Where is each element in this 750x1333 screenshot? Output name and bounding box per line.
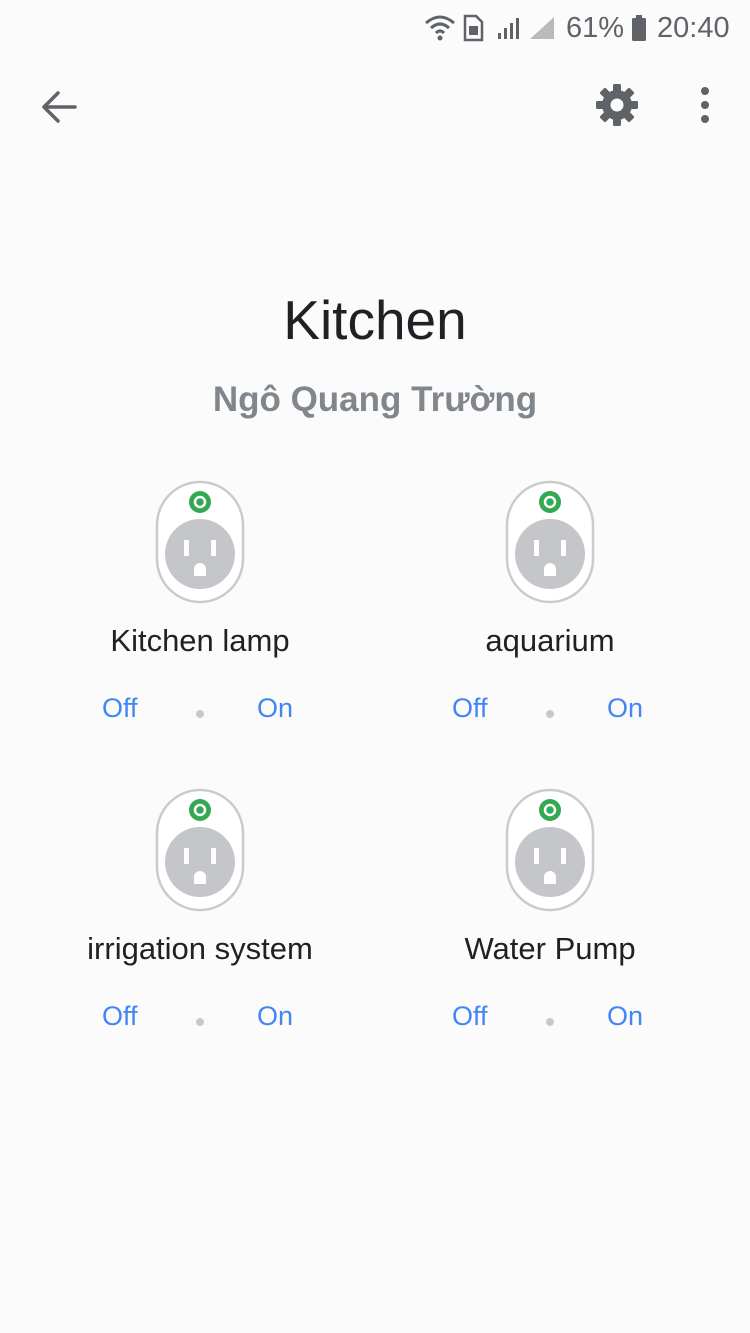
smart-plug-icon[interactable] [505,480,595,604]
device-card: aquarium Off On [375,480,750,780]
gear-icon [595,83,639,132]
on-button[interactable]: On [607,693,643,724]
off-button[interactable]: Off [102,693,138,724]
signal-icon [528,0,556,56]
status-bar: 61% 20:40 [0,0,750,56]
back-arrow-icon [39,89,79,130]
back-button[interactable] [30,84,88,134]
more-options-button[interactable] [690,82,720,132]
device-name: aquarium [485,623,615,658]
smart-plug-icon[interactable] [155,480,245,604]
smart-plug-icon[interactable] [505,788,595,912]
battery-percent: 61% [566,11,625,44]
settings-button[interactable] [592,82,642,132]
device-card: irrigation system Off On [25,788,400,1088]
sim-icon [461,0,485,56]
on-button[interactable]: On [607,1001,643,1032]
signal-icon [496,0,522,56]
wifi-icon [424,0,456,56]
separator-dot [546,1018,554,1026]
on-button[interactable]: On [257,1001,293,1032]
app-bar [0,56,750,160]
off-button[interactable]: Off [102,1001,138,1032]
separator-dot [546,710,554,718]
off-button[interactable]: Off [452,693,488,724]
smart-plug-icon[interactable] [155,788,245,912]
owner-name: Ngô Quang Trường [212,380,538,419]
off-button[interactable]: Off [452,1001,488,1032]
device-name: Water Pump [464,931,636,966]
page-title: Kitchen [283,289,467,351]
separator-dot [196,1018,204,1026]
more-vertical-icon [699,85,711,130]
device-name: Kitchen lamp [110,623,290,658]
device-card: Water Pump Off On [375,788,750,1088]
on-button[interactable]: On [257,693,293,724]
device-name: irrigation system [87,931,313,966]
separator-dot [196,710,204,718]
status-time: 20:40 [657,11,730,44]
device-card: Kitchen lamp Off On [25,480,400,780]
battery-icon [631,0,647,56]
